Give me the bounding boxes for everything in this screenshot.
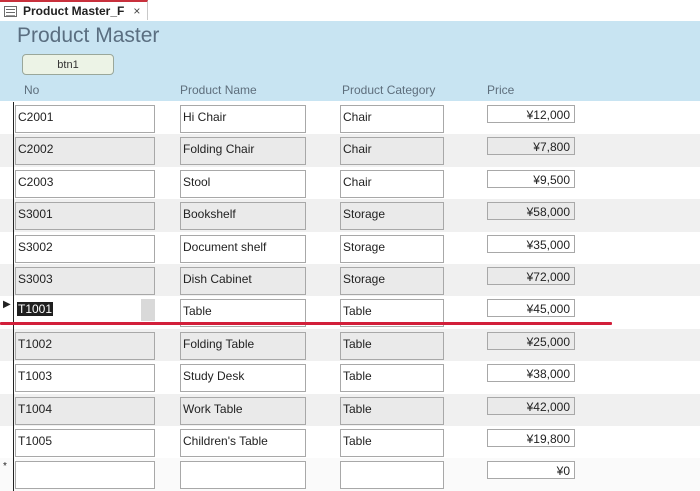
page-title: Product Master [17,24,160,47]
no-field[interactable]: T1003 [15,364,155,393]
price-field[interactable]: ¥42,000 [487,396,575,415]
no-field[interactable]: S3002 [15,234,155,263]
product-category-field[interactable]: Table [340,396,444,425]
column-header-no: No [24,83,40,97]
no-field[interactable]: C2003 [15,169,155,198]
price-field[interactable]: ¥72,000 [487,266,575,285]
no-field[interactable]: T1002 [15,331,155,360]
tab-title: Product Master_F [23,4,125,18]
column-header-price: Price [487,83,515,97]
record-row[interactable]: T1005 Children's Table Table ¥19,800 [0,425,700,459]
price-field[interactable]: ¥25,000 [487,331,575,350]
record-row[interactable]: C2003 Stool Chair ¥9,500 [0,166,700,200]
product-name-field[interactable]: Folding Chair [180,137,306,166]
price-field[interactable]: ¥38,000 [487,364,575,383]
record-row[interactable]: C2001 Hi Chair Chair ¥12,000 [0,102,700,135]
product-category-field[interactable]: Storage [340,266,444,295]
record-row[interactable]: S3002 Document shelf Storage ¥35,000 [0,231,700,264]
column-header-product-name: Product Name [180,83,257,97]
current-record-icon: ▶ [3,299,11,311]
product-name-field[interactable] [180,461,306,490]
record-selector[interactable] [0,328,14,362]
record-selector[interactable] [0,425,14,459]
close-icon[interactable]: × [133,4,140,18]
product-category-field[interactable]: Chair [340,137,444,166]
record-selector[interactable] [0,134,14,167]
product-category-field[interactable]: Table [340,428,444,457]
record-selector[interactable] [0,166,14,200]
column-header-product-category: Product Category [342,83,436,97]
record-row[interactable]: T1004 Work Table Table ¥42,000 [0,393,700,426]
record-list: C2001 Hi Chair Chair ¥12,000 C2002 Folding Ch… [0,102,700,491]
product-name-field[interactable]: Work Table [180,396,306,425]
product-category-field[interactable]: Chair [340,169,444,198]
product-category-field[interactable]: Storage [340,202,444,231]
price-field[interactable]: ¥0 [487,461,575,480]
record-selector[interactable] [0,263,14,297]
record-row[interactable]: S3001 Bookshelf Storage ¥58,000 [0,199,700,232]
price-field[interactable]: ¥12,000 [487,105,575,123]
no-field[interactable] [15,461,155,490]
no-field[interactable]: T1001 [15,299,155,322]
record-row[interactable]: C2002 Folding Chair Chair ¥7,800 [0,134,700,167]
document-tab-bar: Product Master_F × [0,0,700,22]
no-field[interactable]: T1004 [15,396,155,425]
product-name-field[interactable]: Hi Chair [180,105,306,133]
form-icon [4,5,17,17]
record-selector[interactable] [0,393,14,426]
product-category-field[interactable]: Storage [340,234,444,263]
price-field[interactable]: ¥19,800 [487,428,575,447]
product-name-field[interactable]: Folding Table [180,331,306,360]
record-row[interactable]: S3003 Dish Cabinet Storage ¥72,000 [0,263,700,297]
record-selector[interactable] [0,361,14,394]
annotation-red-line [0,322,612,325]
no-field[interactable]: T1005 [15,428,155,457]
product-name-field[interactable]: Document shelf [180,234,306,263]
form-header: Product Master btn1 No Product Name Prod… [0,21,700,101]
product-category-field[interactable] [340,461,444,490]
product-name-field[interactable]: Children's Table [180,428,306,457]
product-category-field[interactable]: Table [340,364,444,393]
price-field[interactable]: ¥7,800 [487,137,575,156]
price-field[interactable]: ¥35,000 [487,234,575,253]
product-name-field[interactable]: Dish Cabinet [180,266,306,295]
product-category-field[interactable]: Chair [340,105,444,133]
product-name-field[interactable]: Stool [180,169,306,198]
no-field[interactable]: C2001 [15,105,155,133]
form-tab[interactable]: Product Master_F × [0,0,148,20]
price-field[interactable]: ¥45,000 [487,299,575,318]
record-selector[interactable] [0,102,14,135]
record-selector[interactable]: * [0,458,14,491]
price-field[interactable]: ¥9,500 [487,169,575,188]
no-value-selected: T1001 [17,302,54,317]
record-selector[interactable] [0,199,14,232]
no-field[interactable]: S3003 [15,266,155,295]
record-row[interactable]: T1002 Folding Table Table ¥25,000 [0,328,700,362]
product-name-field[interactable]: Study Desk [180,364,306,393]
no-field[interactable]: C2002 [15,137,155,166]
price-field[interactable]: ¥58,000 [487,202,575,221]
new-record-row[interactable]: * ¥0 [0,458,700,491]
product-category-field[interactable]: Table [340,331,444,360]
record-selector[interactable] [0,231,14,264]
new-record-icon: * [3,461,7,473]
btn1-button[interactable]: btn1 [22,54,114,75]
product-name-field[interactable]: Bookshelf [180,202,306,231]
no-field[interactable]: S3001 [15,202,155,231]
record-row[interactable]: T1003 Study Desk Table ¥38,000 [0,361,700,394]
